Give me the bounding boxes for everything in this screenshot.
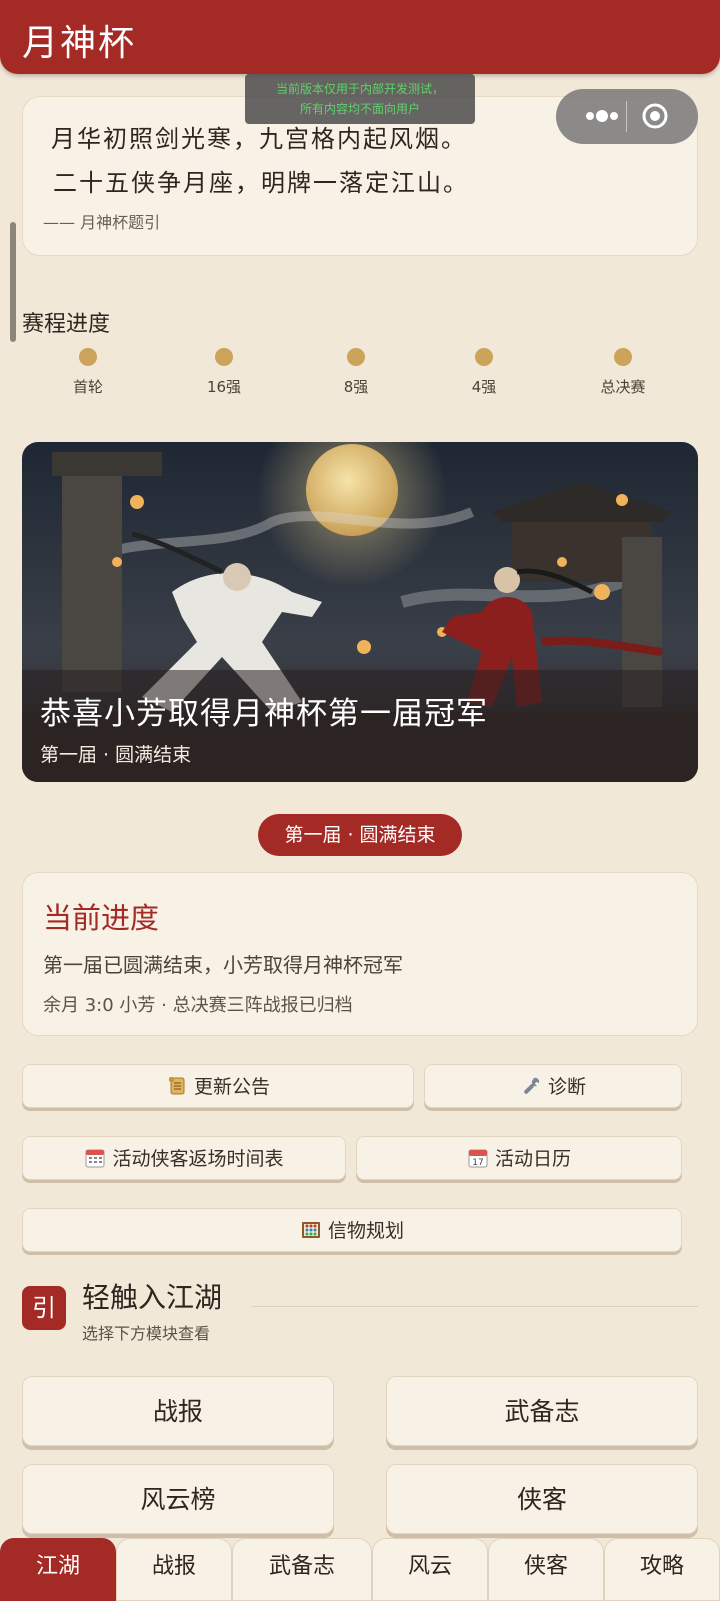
progress-detail: 余月 3:0 小芳 · 总决赛三阵战报已归档 <box>43 995 353 1016</box>
stage-label: 首轮 <box>72 378 103 396</box>
token-plan-label: 信物规划 <box>327 1220 404 1242</box>
dev-banner-line-2: 所有内容均不面向用户 <box>299 102 420 116</box>
banner-subtitle: 第一届 · 圆满结束 <box>40 744 192 766</box>
tab-fengyun[interactable]: 风云 <box>372 1538 488 1601</box>
stage-label: 总决赛 <box>600 378 646 396</box>
stage-dot <box>475 348 493 366</box>
banner-title: 恭喜小芳取得月神杯第一届冠军 <box>40 696 488 732</box>
stage-dot <box>79 348 97 366</box>
tab-battle-report[interactable]: 战报 <box>116 1538 232 1601</box>
stage-dot <box>614 348 632 366</box>
scroll-icon <box>168 1077 185 1095</box>
abacus-icon <box>301 1222 320 1238</box>
return-schedule-button[interactable]: 活动侠客返场时间表 <box>22 1136 346 1180</box>
stage-dot <box>215 348 233 366</box>
module-leaderboard[interactable]: 风云榜 <box>22 1464 334 1534</box>
bottom-tab-bar: 江湖 战报 武备志 风云 侠客 攻略 <box>0 1538 720 1601</box>
calendar-17-icon: 17 <box>468 1149 488 1168</box>
schedule-title: 赛程进度 <box>22 312 111 337</box>
announcement-button[interactable]: 更新公告 <box>22 1064 414 1108</box>
app-header: 月神杯 <box>0 0 720 74</box>
stage-round-4: 4强 <box>439 348 529 397</box>
tab-armory[interactable]: 武备志 <box>232 1538 372 1601</box>
app-title: 月神杯 <box>22 23 137 64</box>
stage-label: 4强 <box>471 378 497 396</box>
season-status-badge: 第一届 · 圆满结束 <box>258 814 462 856</box>
wrench-icon <box>524 1077 540 1094</box>
guide-badge: 引 <box>22 1286 66 1330</box>
scroll-indicator[interactable] <box>10 222 16 342</box>
stage-dot <box>347 348 365 366</box>
module-armory[interactable]: 武备志 <box>386 1376 698 1446</box>
guide-subtitle: 选择下方模块查看 <box>82 1324 211 1343</box>
event-calendar-label: 活动日历 <box>494 1148 571 1170</box>
poem-signature: —— 月神杯题引 <box>43 213 161 232</box>
tab-heroes[interactable]: 侠客 <box>488 1538 604 1601</box>
return-schedule-label: 活动侠客返场时间表 <box>112 1148 284 1170</box>
progress-title: 当前进度 <box>43 901 160 935</box>
announcement-label: 更新公告 <box>193 1076 270 1098</box>
tab-guide[interactable]: 攻略 <box>604 1538 720 1601</box>
token-plan-button[interactable]: 信物规划 <box>22 1208 682 1252</box>
svg-text:17: 17 <box>472 1158 483 1168</box>
progress-summary: 第一届已圆满结束，小芳取得月神杯冠军 <box>43 953 403 977</box>
dev-test-banner: 当前版本仅用于内部开发测试， 所有内容均不面向用户 <box>245 74 475 124</box>
more-dots-icon[interactable] <box>576 103 628 129</box>
capsule-divider <box>626 101 627 132</box>
diagnose-label: 诊断 <box>547 1076 586 1098</box>
stage-final: 总决赛 <box>578 348 668 397</box>
event-calendar-button[interactable]: 17 活动日历 <box>356 1136 682 1180</box>
stage-label: 8强 <box>343 378 369 396</box>
progress-card: 当前进度 第一届已圆满结束，小芳取得月神杯冠军 余月 3:0 小芳 · 总决赛三… <box>22 872 698 1036</box>
champion-banner[interactable]: 恭喜小芳取得月神杯第一届冠军 第一届 · 圆满结束 <box>22 442 698 782</box>
calendar-grid-icon <box>85 1149 105 1168</box>
poem-line-2: 二十五侠争月座，明牌一落定江山。 <box>53 169 469 197</box>
dev-banner-line-1: 当前版本仅用于内部开发测试， <box>275 82 444 96</box>
module-battle-report[interactable]: 战报 <box>22 1376 334 1446</box>
guide-title: 轻触入江湖 <box>82 1281 223 1314</box>
target-circle-icon[interactable] <box>642 103 668 129</box>
guide-divider <box>252 1306 698 1307</box>
stage-round-16: 16强 <box>179 348 269 397</box>
tab-jianghu[interactable]: 江湖 <box>0 1538 116 1601</box>
stage-round-8: 8强 <box>311 348 401 397</box>
poem-line-1: 月华初照剑光寒，九宫格内起风烟。 <box>51 125 467 153</box>
diagnose-button[interactable]: 诊断 <box>424 1064 682 1108</box>
stage-first-round: 首轮 <box>43 348 133 397</box>
stage-label: 16强 <box>206 378 242 396</box>
miniprogram-capsule <box>556 89 698 144</box>
module-heroes[interactable]: 侠客 <box>386 1464 698 1534</box>
